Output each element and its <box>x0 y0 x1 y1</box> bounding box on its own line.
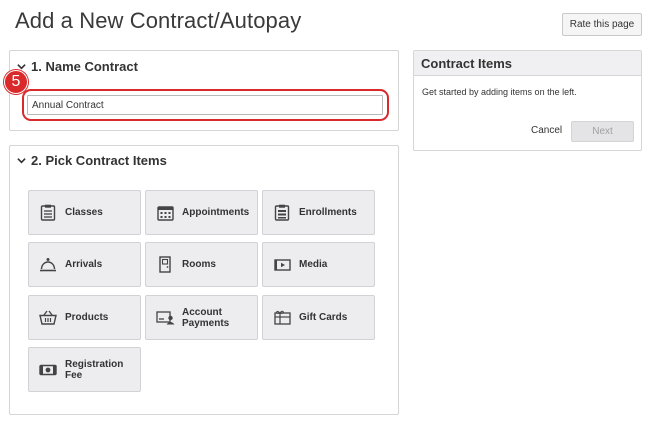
tile-label: Appointments <box>182 207 250 218</box>
calendar-icon <box>155 203 175 223</box>
pick-items-panel: 2. Pick Contract Items Classes Appointme… <box>9 145 399 415</box>
contract-items-panel: Contract Items Get started by adding ite… <box>413 50 642 151</box>
page-title: Add a New Contract/Autopay <box>15 8 302 33</box>
pick-items-heading: 2. Pick Contract Items <box>31 153 167 168</box>
service-bell-icon <box>38 255 58 275</box>
rate-page-button[interactable]: Rate this page <box>562 13 642 36</box>
video-icon <box>272 255 292 275</box>
gift-card-icon <box>272 308 292 328</box>
cash-icon <box>38 360 58 380</box>
tile-label: Enrollments <box>299 207 357 218</box>
tile-enrollments[interactable]: Enrollments <box>262 190 375 235</box>
tile-label: Products <box>65 312 109 323</box>
tile-arrivals[interactable]: Arrivals <box>28 242 141 287</box>
cancel-button[interactable]: Cancel <box>531 125 562 136</box>
account-card-icon <box>155 308 175 328</box>
tile-label: Rooms <box>182 259 216 270</box>
contract-items-heading: Contract Items <box>414 51 641 76</box>
contract-items-hint: Get started by adding items on the left. <box>422 87 577 97</box>
chevron-down-icon <box>17 158 26 164</box>
tile-registration-fee[interactable]: Registration Fee <box>28 347 141 392</box>
tile-appointments[interactable]: Appointments <box>145 190 258 235</box>
tile-media[interactable]: Media <box>262 242 375 287</box>
tile-products[interactable]: Products <box>28 295 141 340</box>
next-button[interactable]: Next <box>571 121 634 142</box>
tile-label: Arrivals <box>65 259 103 270</box>
clipboard-table-icon <box>272 203 292 223</box>
basket-icon <box>38 308 58 328</box>
tile-gift-cards[interactable]: Gift Cards <box>262 295 375 340</box>
name-contract-panel: 1. Name Contract 5 <box>4 50 399 131</box>
door-icon <box>155 255 175 275</box>
step-badge: 5 <box>4 70 28 94</box>
tile-classes[interactable]: Classes <box>28 190 141 235</box>
tile-rooms[interactable]: Rooms <box>145 242 258 287</box>
tile-account-payments[interactable]: Account Payments <box>145 295 258 340</box>
tile-label: Gift Cards <box>299 312 348 323</box>
tile-label: Registration Fee <box>65 358 124 381</box>
tile-label: Classes <box>65 207 103 218</box>
tile-label: Media <box>299 259 328 270</box>
clipboard-list-icon <box>38 203 58 223</box>
name-contract-heading: 1. Name Contract <box>31 59 138 74</box>
tile-label: Account Payments <box>182 306 230 329</box>
pick-items-header[interactable]: 2. Pick Contract Items <box>17 153 167 168</box>
name-contract-header[interactable]: 1. Name Contract <box>17 59 138 74</box>
contract-name-input[interactable] <box>27 95 383 115</box>
